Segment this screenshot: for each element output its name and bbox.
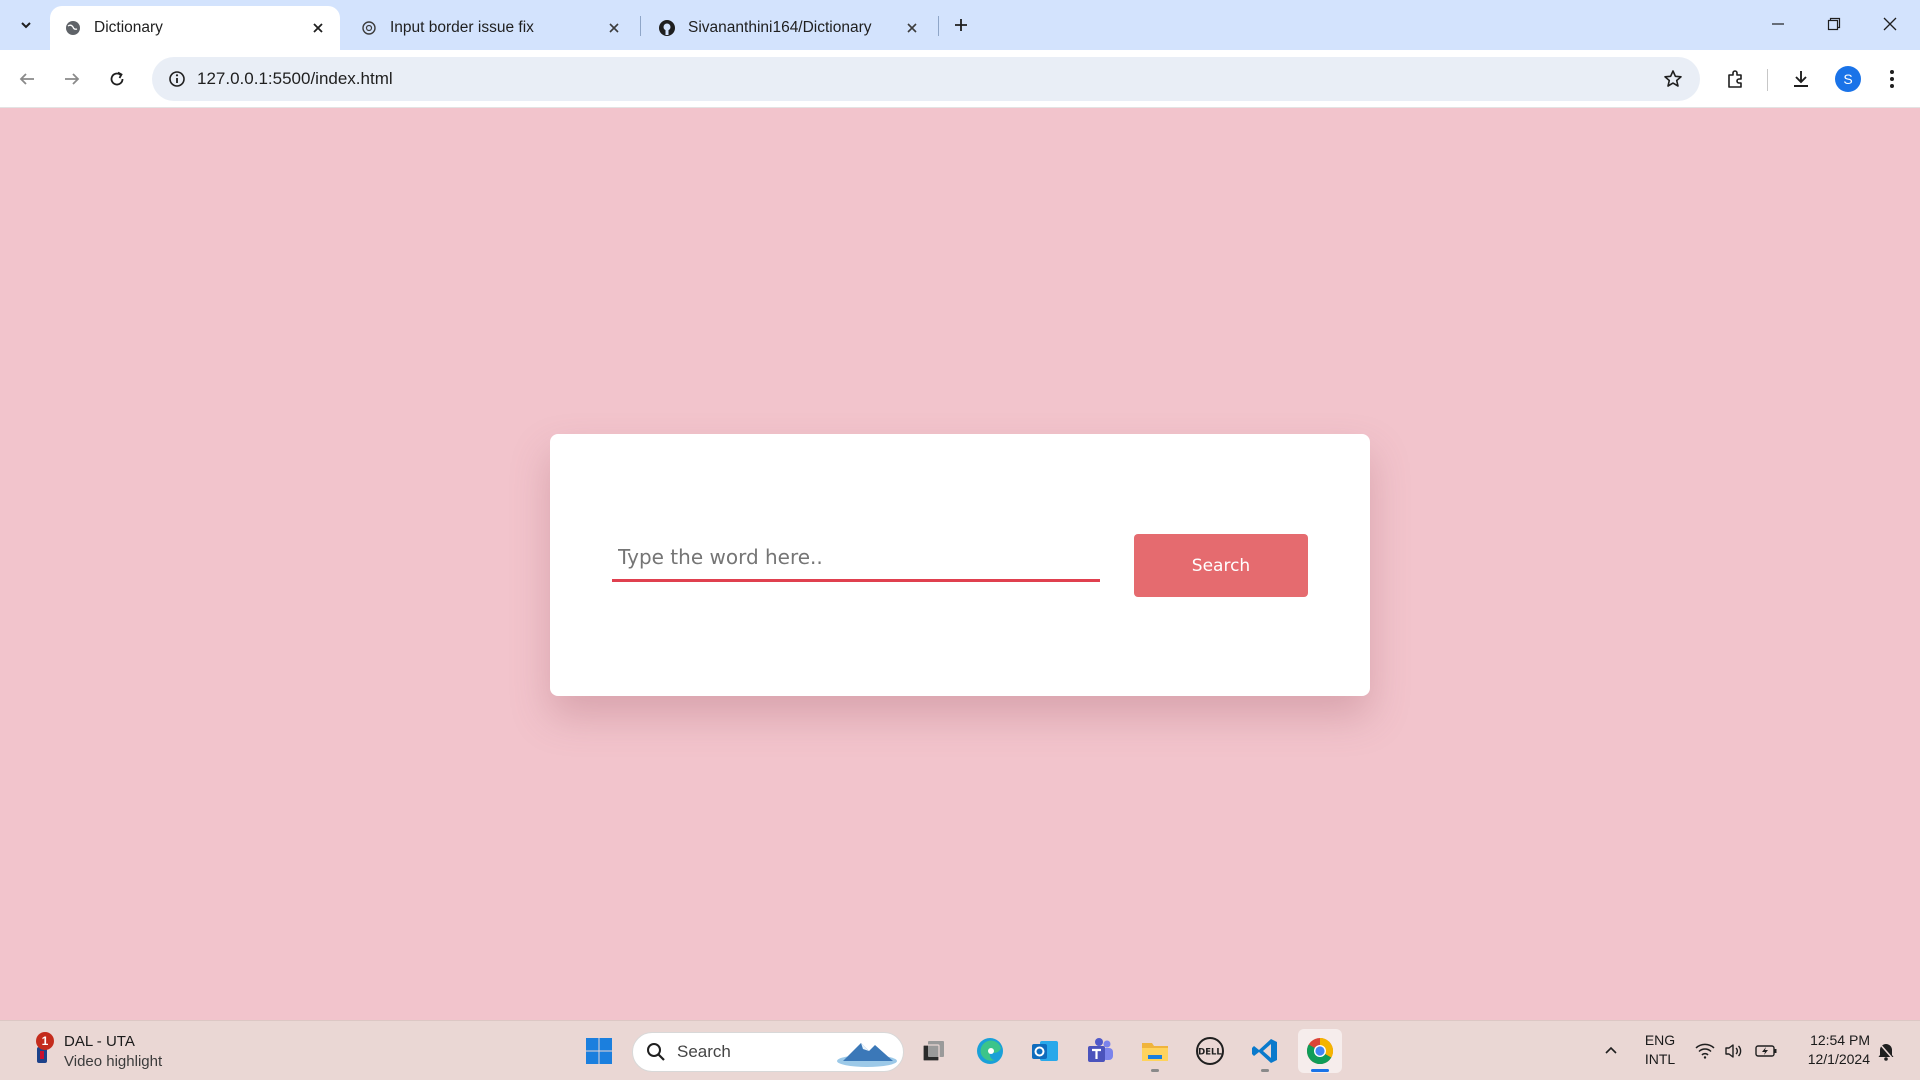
task-view-icon — [922, 1041, 944, 1062]
chevron-down-icon — [21, 22, 31, 29]
edge-icon — [977, 1038, 1003, 1064]
restore-button[interactable] — [1806, 0, 1862, 48]
bookmark-star-icon[interactable] — [1656, 62, 1690, 96]
taskbar: 1 DAL - UTA Video highlight Search DELL — [0, 1020, 1920, 1080]
extensions-button[interactable] — [1718, 62, 1752, 96]
search-button[interactable]: Search — [1134, 534, 1308, 597]
puzzle-icon — [1728, 70, 1742, 88]
vscode-icon — [1252, 1039, 1277, 1063]
battery-icon[interactable] — [1752, 1021, 1780, 1080]
minimize-button[interactable] — [1750, 0, 1806, 48]
weather-subtitle: Video highlight — [64, 1053, 163, 1070]
page-viewport: Search — [0, 108, 1920, 1020]
plus-icon — [955, 19, 967, 31]
tab-divider — [938, 16, 939, 36]
folder-icon — [1142, 1043, 1168, 1061]
edge-app[interactable] — [968, 1029, 1012, 1073]
minimize-icon — [1772, 23, 1784, 25]
clock-date: 12/1/2024 — [1807, 1051, 1870, 1067]
file-explorer-app[interactable] — [1133, 1029, 1177, 1073]
search-highlight-icon — [837, 1043, 897, 1067]
github-icon — [658, 19, 676, 37]
chevron-up-icon — [1605, 1046, 1617, 1054]
task-view-button[interactable] — [912, 1029, 956, 1073]
browser-toolbar: 127.0.0.1:5500/index.html S — [0, 50, 1920, 108]
search-card: Search — [550, 434, 1370, 696]
chrome-icon — [1306, 1037, 1334, 1065]
tab-title: Input border issue fix — [390, 19, 534, 36]
close-icon[interactable] — [602, 16, 626, 40]
tab-input-border-issue[interactable]: Input border issue fix — [346, 6, 636, 50]
weather-widget[interactable]: 1 DAL - UTA Video highlight — [28, 1031, 188, 1073]
language-code: ENG — [1644, 1032, 1676, 1048]
reload-button[interactable] — [100, 62, 134, 96]
tab-divider — [640, 16, 641, 36]
weather-title: DAL - UTA — [64, 1033, 135, 1050]
show-hidden-icons-button[interactable] — [1596, 1021, 1626, 1080]
close-window-button[interactable] — [1862, 0, 1918, 48]
notifications-button[interactable] — [1874, 1021, 1898, 1080]
tab-title: Dictionary — [94, 19, 163, 36]
taskbar-search-label: Search — [677, 1042, 731, 1061]
running-indicator — [1261, 1069, 1269, 1072]
clock-time: 12:54 PM — [1810, 1032, 1870, 1048]
running-indicator — [1311, 1069, 1329, 1072]
close-icon[interactable] — [306, 16, 330, 40]
chrome-app[interactable] — [1298, 1029, 1342, 1073]
forward-button[interactable] — [55, 62, 89, 96]
site-info-icon[interactable] — [160, 62, 194, 96]
tab-strip: Dictionary Input border issue fix Sivana… — [0, 0, 1920, 50]
globe-icon — [64, 19, 82, 37]
vscode-app[interactable] — [1243, 1029, 1287, 1073]
teams-app[interactable] — [1078, 1029, 1122, 1073]
profile-avatar[interactable]: S — [1835, 66, 1861, 92]
tab-github-dictionary[interactable]: Sivananthini164/Dictionary — [644, 6, 934, 50]
dell-app[interactable]: DELL — [1188, 1029, 1232, 1073]
downloads-button[interactable] — [1784, 62, 1818, 96]
wifi-icon[interactable] — [1692, 1021, 1718, 1080]
volume-icon[interactable] — [1721, 1021, 1747, 1080]
arrow-right-icon — [65, 73, 80, 85]
bell-icon — [1878, 1042, 1894, 1061]
svg-text:DELL: DELL — [1198, 1048, 1222, 1058]
dell-icon: DELL — [1196, 1037, 1224, 1065]
more-vertical-icon — [1890, 70, 1894, 88]
close-icon — [1883, 17, 1897, 31]
search-icon — [647, 1043, 665, 1061]
menu-button[interactable] — [1875, 62, 1909, 96]
keyboard-layout: INTL — [1644, 1051, 1676, 1067]
url-text[interactable]: 127.0.0.1:5500/index.html — [197, 57, 393, 101]
start-button[interactable] — [577, 1029, 621, 1073]
running-indicator — [1151, 1069, 1159, 1072]
outlook-icon — [1032, 1041, 1058, 1061]
taskbar-search[interactable]: Search — [632, 1032, 904, 1072]
reload-icon — [110, 71, 124, 86]
teams-icon — [1088, 1038, 1113, 1062]
language-indicator[interactable]: ENG INTL — [1640, 1031, 1680, 1069]
system-clock[interactable]: 12:54 PM 12/1/2024 — [1790, 1031, 1870, 1069]
address-bar[interactable]: 127.0.0.1:5500/index.html — [152, 57, 1700, 101]
word-input[interactable] — [612, 534, 1100, 582]
tab-title: Sivananthini164/Dictionary — [688, 19, 872, 36]
windows-icon — [586, 1038, 612, 1064]
back-button[interactable] — [10, 62, 44, 96]
tab-search-button[interactable] — [11, 10, 41, 40]
notification-badge: 1 — [36, 1032, 54, 1050]
new-tab-button[interactable] — [946, 10, 976, 40]
close-icon[interactable] — [900, 16, 924, 40]
outlook-app[interactable] — [1023, 1029, 1067, 1073]
restore-icon — [1827, 17, 1841, 31]
chatgpt-icon — [360, 19, 378, 37]
arrow-left-icon — [19, 73, 34, 85]
tab-dictionary[interactable]: Dictionary — [50, 6, 340, 50]
download-icon — [1794, 71, 1808, 87]
toolbar-divider — [1767, 69, 1768, 91]
